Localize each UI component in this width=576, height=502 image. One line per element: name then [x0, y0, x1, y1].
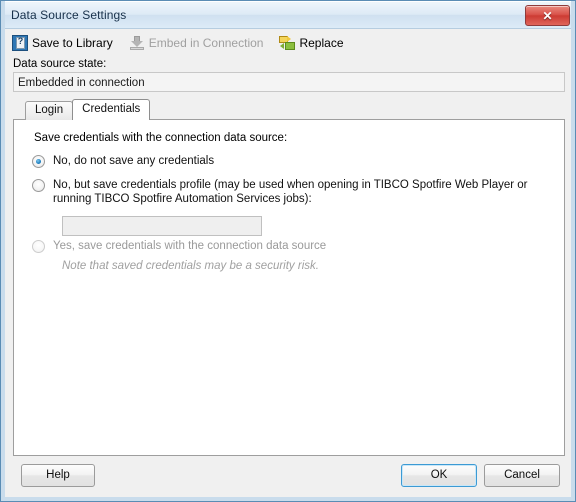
credentials-group-label: Save credentials with the connection dat… — [34, 132, 288, 144]
embed-in-connection-label: Embed in Connection — [148, 36, 264, 50]
cancel-button[interactable]: Cancel — [484, 464, 560, 487]
data-source-state-label: Data source state: — [13, 58, 107, 70]
save-to-library-button[interactable]: Save to Library — [7, 31, 120, 55]
data-source-settings-dialog: Data Source Settings ✕ Save to Library E… — [0, 0, 576, 502]
close-icon: ✕ — [542, 8, 553, 23]
credentials-panel: Save credentials with the connection dat… — [13, 119, 565, 456]
tab-credentials[interactable]: Credentials — [72, 99, 151, 120]
radio-option-no-credentials[interactable]: No, do not save any credentials — [32, 154, 542, 168]
security-risk-note: Note that saved credentials may be a sec… — [62, 260, 319, 272]
radio-option-save-credentials: Yes, save credentials with the connectio… — [32, 239, 537, 253]
download-icon — [129, 35, 145, 51]
embed-in-connection-button: Embed in Connection — [124, 31, 271, 55]
help-button[interactable]: Help — [21, 464, 95, 487]
radio-button-icon[interactable] — [32, 155, 45, 168]
radio-option-save-profile-label: No, but save credentials profile (may be… — [53, 179, 528, 205]
radio-button-icon — [32, 240, 45, 253]
radio-option-save-credentials-label: Yes, save credentials with the connectio… — [53, 240, 327, 252]
data-source-state-field: Embedded in connection — [13, 72, 565, 92]
library-icon — [12, 35, 28, 51]
replace-icon — [279, 35, 296, 51]
close-button[interactable]: ✕ — [525, 5, 570, 26]
window-title: Data Source Settings — [11, 8, 127, 22]
tab-login[interactable]: Login — [25, 101, 74, 120]
save-to-library-label: Save to Library — [32, 36, 113, 50]
ok-button[interactable]: OK — [401, 464, 477, 487]
credentials-profile-input[interactable] — [62, 216, 262, 236]
radio-button-icon[interactable] — [32, 179, 45, 192]
replace-button[interactable]: Replace — [274, 31, 350, 55]
radio-option-save-profile[interactable]: No, but save credentials profile (may be… — [32, 178, 537, 206]
replace-label: Replace — [299, 36, 344, 50]
radio-option-no-credentials-label: No, do not save any credentials — [53, 155, 215, 167]
tab-strip: Login Credentials — [25, 99, 151, 120]
title-bar: Data Source Settings ✕ — [2, 2, 574, 29]
toolbar: Save to Library Embed in Connection Repl… — [7, 31, 571, 55]
